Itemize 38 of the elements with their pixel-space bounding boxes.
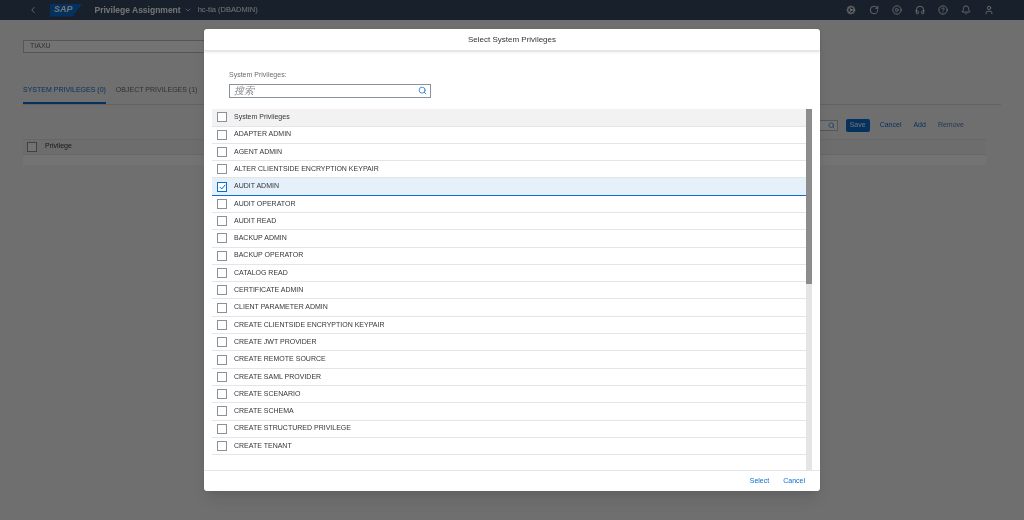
refresh-icon[interactable] bbox=[869, 5, 879, 15]
app-title[interactable]: Privilege Assignment bbox=[94, 3, 181, 17]
headset-icon[interactable] bbox=[915, 5, 925, 15]
user-icon[interactable] bbox=[984, 5, 994, 15]
checkbox[interactable] bbox=[217, 233, 227, 244]
checkbox[interactable] bbox=[217, 337, 227, 348]
checkmark-icon bbox=[218, 183, 226, 190]
checkbox[interactable] bbox=[217, 441, 227, 451]
caret-icon[interactable] bbox=[183, 6, 192, 14]
checkbox[interactable] bbox=[217, 216, 227, 227]
search-field[interactable]: 搜索 bbox=[229, 83, 431, 98]
checkbox[interactable] bbox=[217, 406, 227, 417]
search-icon[interactable] bbox=[827, 121, 835, 129]
scrollbar-thumb[interactable] bbox=[806, 108, 812, 284]
gear-icon[interactable] bbox=[846, 5, 856, 15]
checkbox[interactable] bbox=[217, 198, 227, 209]
checkbox[interactable] bbox=[217, 319, 227, 330]
bell-icon[interactable] bbox=[961, 5, 971, 15]
checkbox[interactable] bbox=[27, 141, 37, 152]
back-icon[interactable] bbox=[28, 5, 38, 15]
scrollbar[interactable] bbox=[806, 108, 812, 470]
checkbox[interactable] bbox=[217, 285, 227, 296]
checkbox[interactable] bbox=[217, 250, 227, 261]
checkbox[interactable] bbox=[217, 146, 227, 157]
checkbox[interactable] bbox=[217, 112, 227, 122]
help-icon[interactable] bbox=[938, 5, 948, 15]
play-circle-icon[interactable] bbox=[892, 5, 902, 15]
checkbox[interactable] bbox=[217, 302, 227, 313]
checkbox[interactable] bbox=[217, 268, 227, 278]
checkbox[interactable] bbox=[217, 164, 227, 175]
checkbox[interactable] bbox=[217, 129, 227, 140]
search-icon[interactable] bbox=[418, 86, 427, 95]
checkbox[interactable] bbox=[217, 389, 227, 400]
checkbox[interactable] bbox=[217, 181, 227, 192]
checkbox[interactable] bbox=[217, 423, 227, 434]
checkbox[interactable] bbox=[217, 354, 227, 365]
dialog-title: Select System Privileges bbox=[468, 33, 556, 46]
checkbox[interactable] bbox=[217, 371, 227, 382]
